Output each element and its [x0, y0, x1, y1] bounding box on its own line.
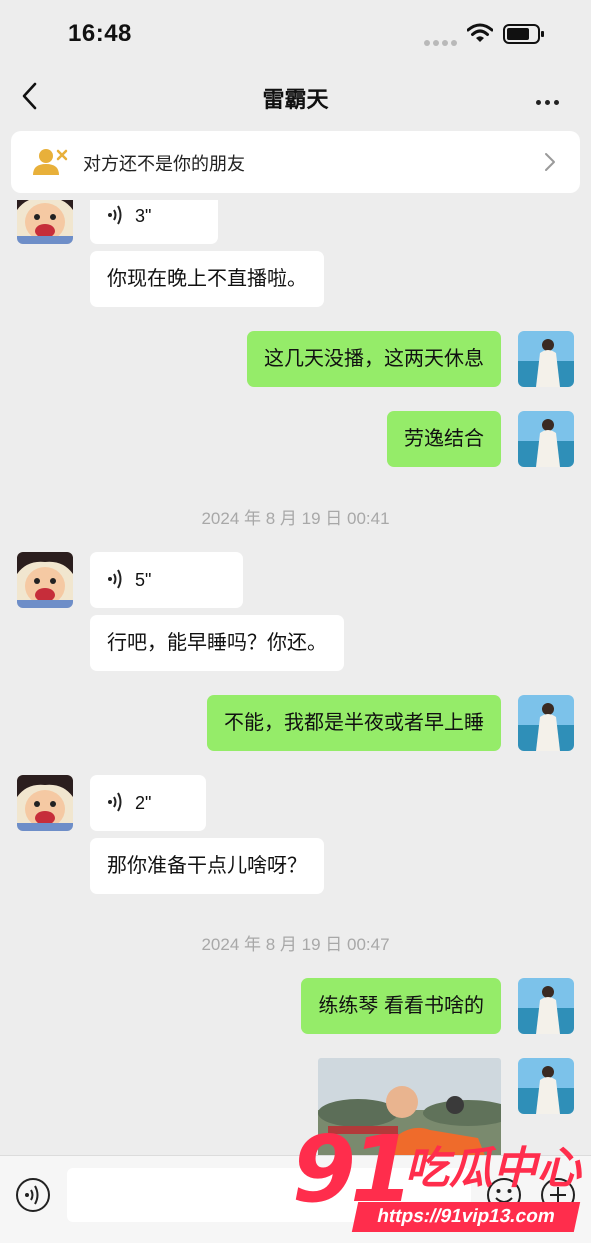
message-bubble-incoming[interactable]: 行吧，能早睡吗？你还。 — [90, 615, 344, 671]
voice-message[interactable]: 2" — [90, 775, 206, 831]
contact-avatar[interactable] — [17, 200, 73, 244]
status-bar: 16:48 — [0, 0, 591, 66]
voice-duration: 2" — [135, 793, 152, 813]
plus-icon[interactable] — [540, 1177, 576, 1213]
message-bubble-outgoing[interactable]: 不能，我都是半夜或者早上睡 — [207, 695, 501, 751]
signal-dots-icon — [424, 33, 460, 51]
input-bar — [0, 1155, 591, 1243]
chevron-right-icon — [545, 153, 555, 171]
contact-avatar[interactable] — [17, 775, 73, 831]
voice-wave-icon — [108, 792, 122, 812]
timestamp: 2024 年 8 月 19 日 00:41 — [201, 509, 390, 528]
message-bubble-outgoing[interactable]: 练练琴 看看书啥的 — [301, 978, 501, 1034]
message-bubble-incoming[interactable]: 那你准备干点儿啥呀？ — [90, 838, 324, 894]
my-avatar[interactable] — [518, 978, 574, 1034]
contact-avatar[interactable] — [17, 552, 73, 608]
wifi-icon — [467, 23, 493, 42]
voice-wave-icon — [108, 569, 122, 589]
banner-text: 对方还不是你的朋友 — [83, 154, 245, 174]
not-friend-banner[interactable]: 对方还不是你的朋友 — [11, 131, 580, 193]
my-avatar[interactable] — [518, 695, 574, 751]
user-x-icon — [33, 149, 68, 175]
status-time: 16:48 — [68, 20, 132, 47]
chat-title: 雷霸天 — [262, 87, 329, 112]
battery-icon — [503, 24, 544, 44]
nav-bar: 雷霸天 — [0, 66, 591, 128]
voice-wave-icon — [108, 205, 122, 225]
my-avatar[interactable] — [518, 1058, 574, 1114]
emoji-icon[interactable] — [486, 1177, 522, 1213]
chat-area[interactable]: 3" 你现在晚上不直播啦。 这几天没播，这两天休息 劳逸结合 2024 年 8 … — [0, 200, 591, 1155]
voice-message[interactable]: 3" — [90, 200, 218, 244]
voice-message[interactable]: 5" — [90, 552, 243, 608]
message-bubble-incoming[interactable]: 你现在晚上不直播啦。 — [90, 251, 324, 307]
back-arrow-icon[interactable] — [18, 80, 46, 112]
voice-toggle-icon[interactable] — [15, 1177, 51, 1213]
message-bubble-outgoing[interactable]: 这几天没播，这两天休息 — [247, 331, 501, 387]
message-bubble-outgoing[interactable]: 劳逸结合 — [387, 411, 501, 467]
timestamp: 2024 年 8 月 19 日 00:47 — [201, 935, 390, 954]
image-message[interactable] — [318, 1058, 501, 1155]
message-input[interactable] — [67, 1168, 471, 1222]
my-avatar[interactable] — [518, 411, 574, 467]
my-avatar[interactable] — [518, 331, 574, 387]
voice-duration: 5" — [135, 570, 152, 590]
voice-duration: 3" — [135, 206, 152, 226]
more-dots-icon[interactable] — [536, 92, 563, 110]
